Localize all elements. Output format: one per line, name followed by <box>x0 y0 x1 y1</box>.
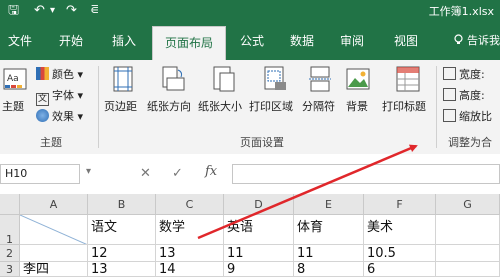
annotation-arrow <box>197 144 418 240</box>
